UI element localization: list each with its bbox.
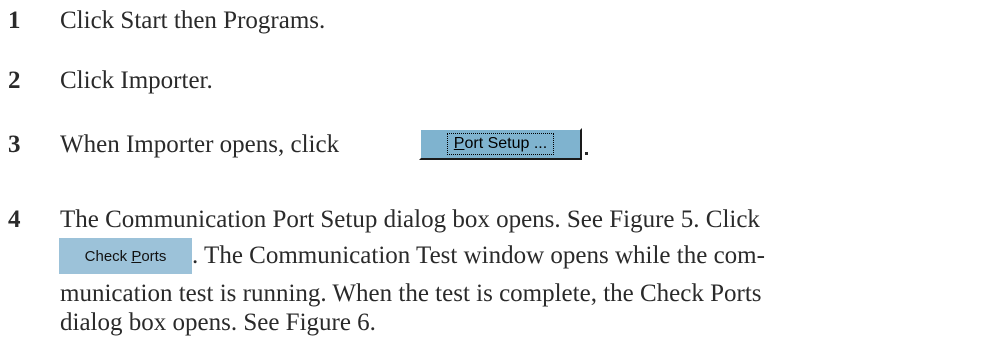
port-setup-button[interactable]: Port Setup ... [419,128,582,160]
step-text: Click Importer. [60,67,213,94]
step-text: Click Start then Programs. [60,7,326,34]
step-number: 2 [8,67,21,94]
focus-rectangle: Port Setup ... [446,133,555,155]
step-number: 3 [8,131,21,158]
step-number: 4 [8,206,21,233]
step-4: 4 The Communication Port Setup dialog bo… [0,203,1003,339]
step-text-line-4: dialog box opens. See Figure 6. [60,309,376,336]
step-number: 1 [8,7,21,34]
step-text-line-1: The Communication Port Setup dialog box … [60,206,760,233]
step-3: 3 When Importer opens, click Port Setup … [0,128,1003,164]
step-text-line-3: munication test is running. When the tes… [60,280,762,307]
step-text: When Importer opens, click [60,131,340,158]
step-text-line-2: . The Communication Test window opens wh… [192,242,765,269]
check-ports-button[interactable]: Check Ports [59,238,192,274]
